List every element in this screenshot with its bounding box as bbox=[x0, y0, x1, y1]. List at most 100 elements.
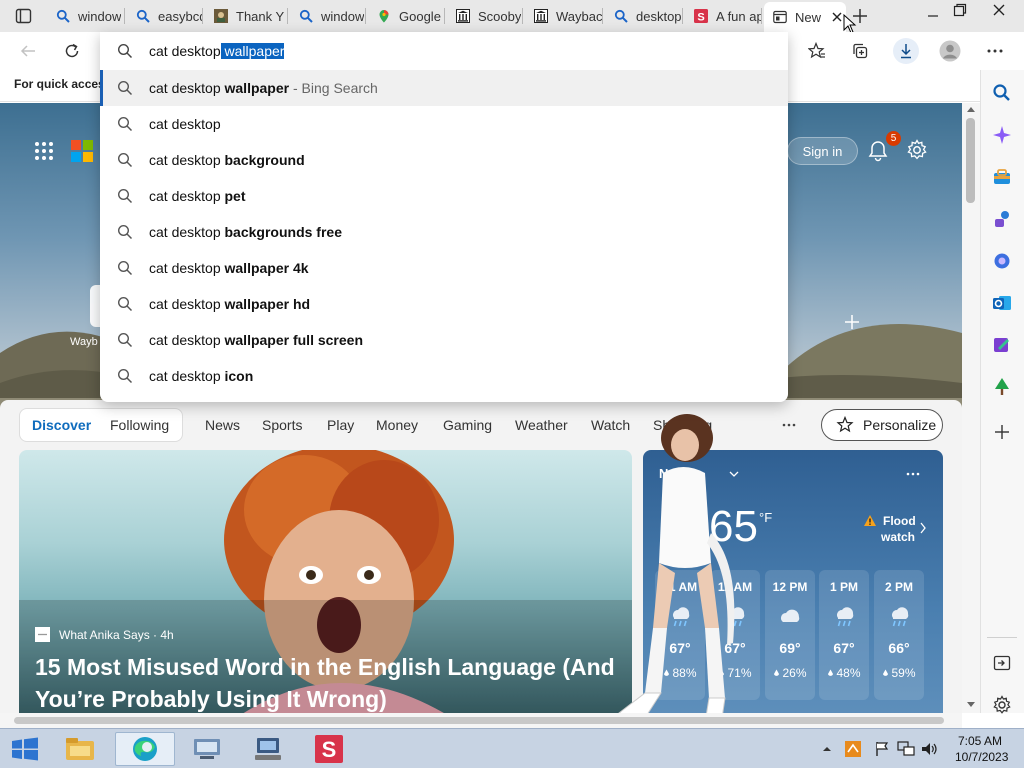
tab-2[interactable]: easybcd bbox=[127, 4, 203, 28]
hourly-forecast-column[interactable]: 1 PM 67° 48% bbox=[819, 570, 869, 700]
taskbar-s-app-icon[interactable]: S bbox=[299, 732, 359, 766]
close-window-icon[interactable] bbox=[992, 3, 1006, 17]
nav-tab-sports[interactable]: Sports bbox=[262, 417, 302, 433]
article-source[interactable]: What Anika Says · 4h bbox=[59, 628, 174, 642]
back-icon[interactable] bbox=[19, 42, 37, 60]
sidebar-tree-icon[interactable] bbox=[991, 376, 1013, 398]
sidebar-designer-icon[interactable] bbox=[991, 334, 1013, 356]
tab-4[interactable]: window bbox=[290, 4, 366, 28]
notification-count: 5 bbox=[890, 133, 897, 144]
tab-title: desktop bbox=[636, 8, 682, 24]
clock-date[interactable]: 10/7/2023 bbox=[955, 750, 1008, 764]
tab-5[interactable]: Google bbox=[368, 4, 445, 28]
notifications-bell-icon[interactable] bbox=[867, 140, 889, 162]
action-center-flag-icon[interactable] bbox=[875, 741, 889, 757]
suggestion-item[interactable]: cat desktop wallpaper hd bbox=[100, 286, 788, 322]
tab-separator bbox=[522, 8, 523, 24]
article-headline-line1[interactable]: 15 Most Misused Word in the English Lang… bbox=[35, 654, 615, 681]
suggestion-item[interactable]: cat desktop icon bbox=[100, 358, 788, 394]
suggestion-query: cat desktop bbox=[149, 224, 225, 240]
svg-text:S: S bbox=[322, 737, 337, 762]
flood-alert-line1[interactable]: Flood bbox=[883, 514, 916, 528]
sidebar-hide-icon[interactable] bbox=[991, 652, 1013, 674]
scrollbar-thumb[interactable] bbox=[966, 118, 975, 203]
nav-tab-play[interactable]: Play bbox=[327, 417, 354, 433]
hourly-forecast-column[interactable]: 2 PM 66° 59% bbox=[874, 570, 924, 700]
weather-more-icon[interactable] bbox=[906, 472, 920, 476]
nav-tab-discover[interactable]: Discover bbox=[32, 417, 91, 433]
tab-6[interactable]: Scooby bbox=[447, 4, 523, 28]
page-scrollbar-vertical[interactable] bbox=[962, 103, 980, 713]
tray-app-icon[interactable] bbox=[845, 741, 861, 757]
tab-7[interactable]: Waybac bbox=[525, 4, 603, 28]
address-autocomplete-selection: wallpaper bbox=[220, 43, 285, 59]
sidebar-settings-icon[interactable] bbox=[991, 694, 1013, 716]
tab-10[interactable]: New bbox=[764, 2, 846, 32]
hourly-forecast-column[interactable]: 12 PM 69° 26% bbox=[765, 570, 815, 700]
suggestion-search-icon bbox=[117, 296, 133, 312]
horizontal-scrollbar-thumb[interactable] bbox=[14, 717, 944, 724]
page-scrollbar-horizontal[interactable] bbox=[0, 713, 962, 728]
add-quick-link-icon[interactable] bbox=[844, 314, 860, 330]
sidebar-add-icon[interactable] bbox=[991, 421, 1013, 443]
flood-alert-line2[interactable]: watch bbox=[881, 530, 915, 544]
alert-chevron-icon[interactable] bbox=[919, 522, 927, 534]
tab-title: Google bbox=[399, 8, 441, 24]
profile-avatar-icon[interactable] bbox=[939, 40, 961, 62]
suggestion-item[interactable]: cat desktop bbox=[100, 106, 788, 142]
article-headline-line2[interactable]: You’re Probably Using It Wrong) bbox=[35, 686, 387, 713]
nav-tab-money[interactable]: Money bbox=[376, 417, 418, 433]
sidebar-search-icon[interactable] bbox=[991, 82, 1013, 104]
settings-more-icon[interactable] bbox=[986, 48, 1004, 54]
show-hidden-icons-chevron-icon[interactable] bbox=[822, 745, 832, 753]
suggestion-item[interactable]: cat desktop wallpaper full screen bbox=[100, 322, 788, 358]
taskbar-computer-icon[interactable] bbox=[238, 732, 298, 766]
tab-3[interactable]: Thank Y bbox=[205, 4, 288, 28]
tab-1[interactable]: window bbox=[47, 4, 125, 28]
nav-tab-gaming[interactable]: Gaming bbox=[443, 417, 492, 433]
nav-tab-weather[interactable]: Weather bbox=[515, 417, 568, 433]
article-card[interactable]: What Anika Says · 4h 15 Most Misused Wor… bbox=[19, 450, 632, 713]
apps-launcher-icon[interactable] bbox=[34, 141, 54, 161]
clock-time[interactable]: 7:05 AM bbox=[958, 734, 1002, 748]
close-tab-icon[interactable] bbox=[831, 11, 843, 23]
network-icon[interactable] bbox=[897, 741, 915, 757]
page-settings-gear-icon[interactable] bbox=[906, 139, 928, 161]
sign-in-button[interactable]: Sign in bbox=[787, 137, 858, 165]
nav-tab-following[interactable]: Following bbox=[110, 417, 169, 433]
refresh-icon[interactable] bbox=[63, 42, 81, 60]
volume-icon[interactable] bbox=[921, 741, 939, 757]
taskbar-file-explorer-icon[interactable] bbox=[50, 732, 110, 766]
restore-icon[interactable] bbox=[953, 3, 967, 17]
favorites-star-icon[interactable] bbox=[808, 42, 826, 60]
suggestion-search-icon bbox=[117, 80, 133, 96]
downloads-icon[interactable] bbox=[893, 38, 919, 64]
sidebar-outlook-icon[interactable] bbox=[991, 292, 1013, 314]
sidebar-games-icon[interactable] bbox=[991, 250, 1013, 272]
suggestion-item[interactable]: cat desktop background bbox=[100, 142, 788, 178]
address-bar-input[interactable]: cat desktop wallpaper bbox=[149, 42, 285, 60]
suggestion-source: - Bing Search bbox=[289, 80, 378, 96]
scroll-up-arrow-icon[interactable] bbox=[966, 105, 976, 113]
quick-link-label[interactable]: Wayb bbox=[70, 336, 98, 348]
tab-8[interactable]: desktop bbox=[605, 4, 683, 28]
scroll-down-arrow-icon[interactable] bbox=[966, 701, 976, 709]
sidebar-tools-icon[interactable] bbox=[991, 208, 1013, 230]
tab-actions-icon[interactable] bbox=[15, 8, 33, 24]
taskbar-remote-desktop-icon[interactable] bbox=[177, 732, 237, 766]
tab-9[interactable]: S A fun ap bbox=[685, 4, 762, 28]
taskbar-edge-icon[interactable] bbox=[115, 732, 175, 766]
minimize-icon[interactable] bbox=[926, 9, 940, 23]
sidebar-copilot-icon[interactable] bbox=[991, 124, 1013, 146]
collections-icon[interactable] bbox=[851, 42, 869, 60]
personalize-button[interactable]: Personalize bbox=[821, 409, 943, 441]
suggestion-item[interactable]: cat desktop backgrounds free bbox=[100, 214, 788, 250]
suggestion-item[interactable]: cat desktop wallpaper 4k bbox=[100, 250, 788, 286]
sidebar-shopping-icon[interactable] bbox=[991, 166, 1013, 188]
suggestion-item[interactable]: cat desktop pet bbox=[100, 178, 788, 214]
suggestion-item[interactable]: cat desktop wallpaper - Bing Search bbox=[100, 70, 788, 106]
nav-tab-news[interactable]: News bbox=[205, 417, 240, 433]
suggestion-query: cat desktop bbox=[149, 188, 225, 204]
start-button-icon[interactable] bbox=[11, 737, 39, 761]
more-nav-icon[interactable] bbox=[782, 423, 796, 427]
